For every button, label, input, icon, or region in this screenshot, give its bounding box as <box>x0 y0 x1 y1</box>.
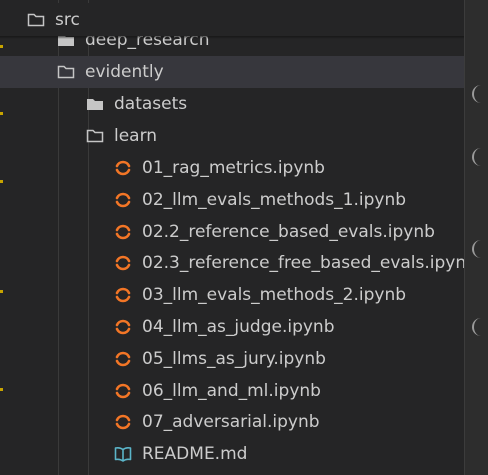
editor-glyph <box>472 148 484 166</box>
tree-item-datasets[interactable]: datasets <box>0 88 464 120</box>
tree-item-file[interactable]: 01_rag_metrics.ipynb <box>0 152 464 184</box>
jupyter-notebook-icon <box>112 284 134 306</box>
tree-item-label: datasets <box>114 94 188 114</box>
tree-item-file[interactable]: 06_llm_and_ml.ipynb <box>0 375 464 407</box>
jupyter-notebook-icon <box>112 221 134 243</box>
editor-edge-panel <box>464 0 488 475</box>
folder-outline-icon <box>84 125 106 147</box>
folder-outline-icon <box>55 61 77 83</box>
editor-glyph <box>472 85 484 103</box>
tree-item-label: 01_rag_metrics.ipynb <box>142 158 325 178</box>
tree-item-file[interactable]: 02_llm_evals_methods_1.ipynb <box>0 184 464 216</box>
tree-item-label: 07_adversarial.ipynb <box>142 412 320 433</box>
tree-item-file[interactable]: 07_adversarial.ipynb <box>0 406 464 438</box>
tree-item-label: 02.2_reference_based_evals.ipynb <box>142 221 435 242</box>
editor-glyph <box>472 318 484 336</box>
tree-item-label: 02_llm_evals_methods_1.ipynb <box>142 189 407 210</box>
tree-item-label: evidently <box>85 62 164 82</box>
folder-filled-icon <box>84 93 106 115</box>
sticky-shadow <box>0 36 464 39</box>
tree-item-evidently[interactable]: evidently <box>0 56 464 88</box>
tree-item-label: learn <box>114 126 158 146</box>
tree-item-label: src <box>55 9 80 30</box>
tree-item-file[interactable]: README.md <box>0 438 464 470</box>
tree-item-file[interactable]: 04_llm_as_judge.ipynb <box>0 311 464 343</box>
tree-item-label: 04_llm_as_judge.ipynb <box>142 317 335 337</box>
jupyter-notebook-icon <box>112 157 134 179</box>
tree-item-label: README.md <box>142 444 248 465</box>
file-explorer: deep_research src evidently datasets lea… <box>0 0 464 475</box>
tree-item-file[interactable]: 02.2_reference_based_evals.ipynb <box>0 216 464 248</box>
jupyter-notebook-icon <box>112 380 134 402</box>
tree-item-label: 06_llm_and_ml.ipynb <box>142 380 321 401</box>
tree-item-file[interactable]: 02.3_reference_free_based_evals.ipynb <box>0 247 464 279</box>
tree-item-label: 02.3_reference_free_based_evals.ipynb <box>142 253 464 274</box>
folder-outline-icon <box>25 9 47 31</box>
tree-item-label: 03_llm_evals_methods_2.ipynb <box>142 285 407 306</box>
tree-item-label: 05_llms_as_jury.ipynb <box>142 348 326 369</box>
readme-book-icon <box>112 443 134 465</box>
jupyter-notebook-icon <box>112 348 134 370</box>
editor-glyph <box>472 240 484 258</box>
jupyter-notebook-icon <box>112 189 134 211</box>
tree-item-src[interactable]: src <box>0 3 464 36</box>
tree-item-learn[interactable]: learn <box>0 120 464 152</box>
jupyter-notebook-icon <box>112 411 134 433</box>
jupyter-notebook-icon <box>112 252 134 274</box>
tree-item-file[interactable]: 03_llm_evals_methods_2.ipynb <box>0 279 464 311</box>
tree-item-file[interactable]: 05_llms_as_jury.ipynb <box>0 343 464 375</box>
jupyter-notebook-icon <box>112 316 134 338</box>
